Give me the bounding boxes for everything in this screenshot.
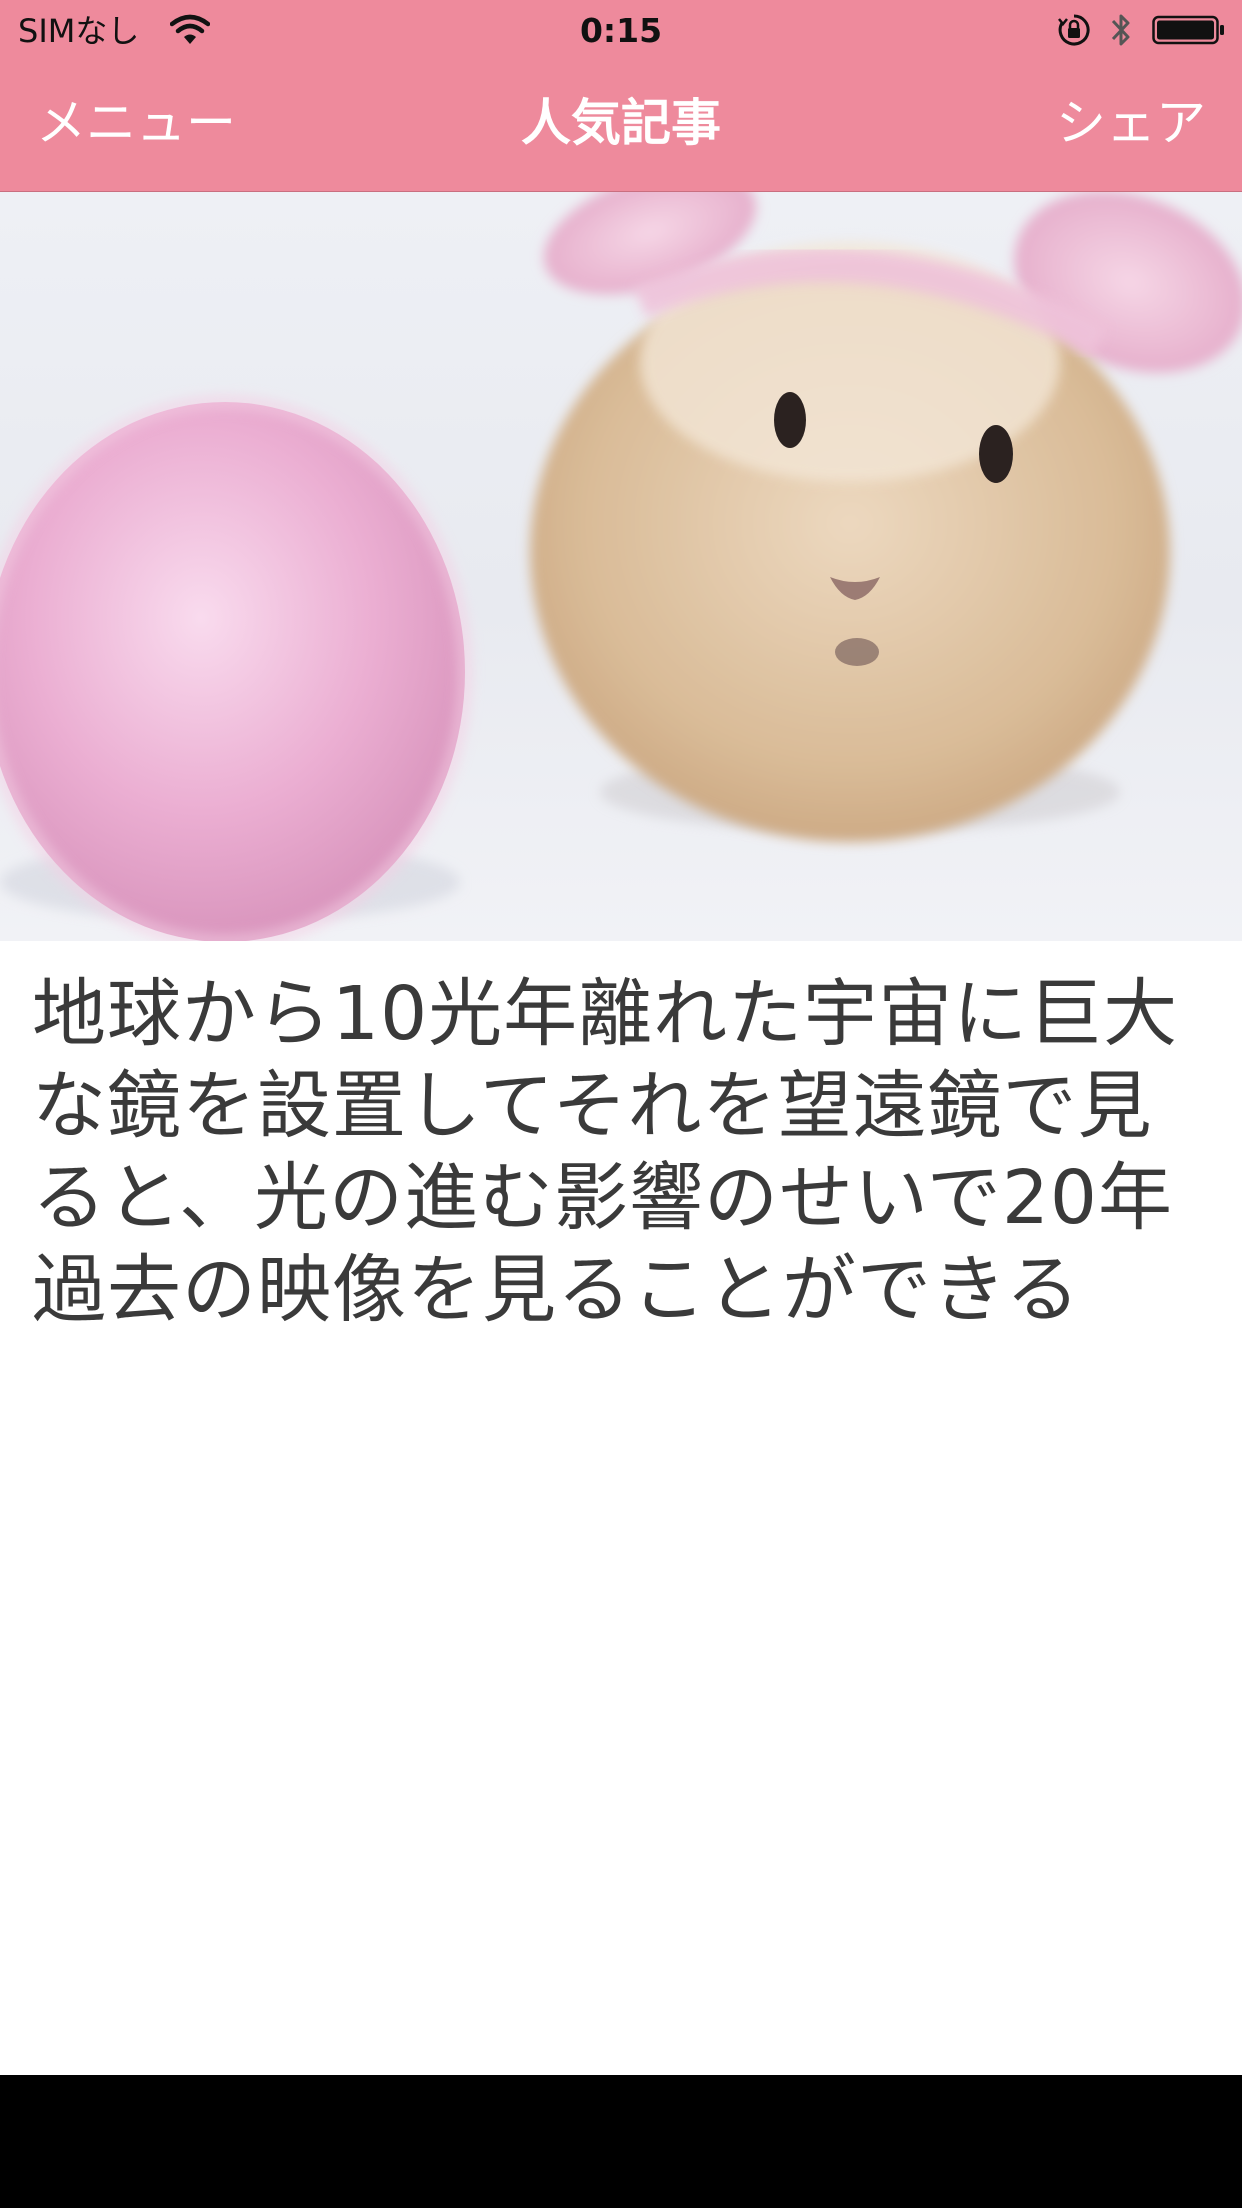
article-title[interactable]: 地球から10光年離れた宇宙に巨大な鏡を設置してそれを望遠鏡で見ると、光の進む影響… [32, 968, 1212, 1336]
bluetooth-icon [1111, 14, 1130, 46]
article-hero-image[interactable] [0, 192, 1242, 941]
mouth [835, 638, 879, 666]
rotation-lock-icon [1058, 14, 1090, 46]
left-eye [774, 392, 806, 448]
status-time: 0:15 [579, 11, 663, 50]
share-button[interactable]: シェア [1056, 90, 1206, 156]
header: SIMなし 0:15 メニュー 人気記事 シェア [0, 0, 1242, 192]
battery-icon [1152, 15, 1224, 45]
navigation-bar: メニュー 人気記事 シェア [0, 60, 1242, 190]
right-eye [979, 425, 1013, 483]
status-bar: SIMなし 0:15 [0, 0, 1242, 60]
menu-button[interactable]: メニュー [36, 90, 236, 156]
hero-illustration [0, 192, 1242, 941]
bottom-bar [0, 2075, 1242, 2208]
